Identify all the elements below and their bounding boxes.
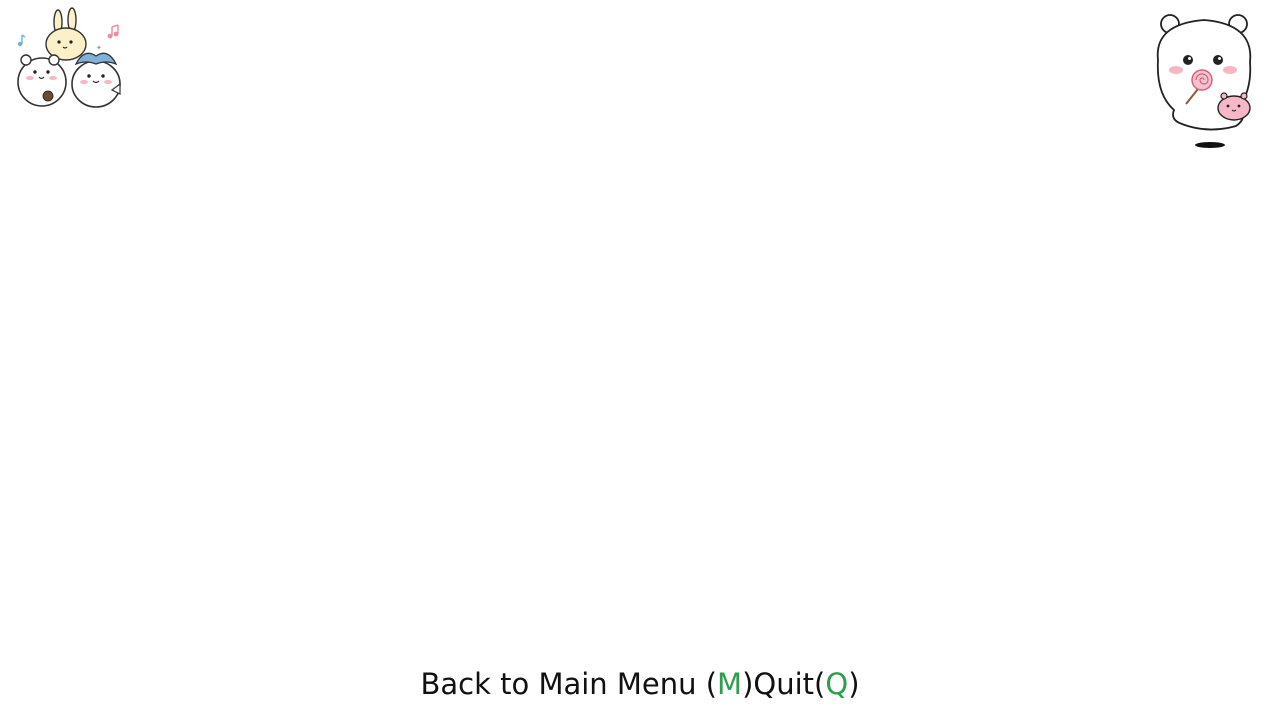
pink-friend-icon [1217,92,1251,121]
back-to-main-menu-option[interactable]: Back to Main Menu (M) [420,667,753,701]
quit-option[interactable]: Quit(Q) [753,667,859,701]
white-bear-lollipop-icon [1156,14,1252,148]
quit-label-suffix: ) [848,667,860,701]
music-note-icon [17,34,26,47]
three-characters-music-icon: ✦ ✦ [17,7,121,108]
back-label: Back to Main Menu ( [420,667,718,701]
music-note-icon [107,24,119,39]
svg-text:✦: ✦ [96,44,102,52]
quit-key-hint: Q [825,667,849,701]
back-label-suffix: ) [742,667,754,701]
blue-bow-character [71,52,121,108]
white-character [17,54,67,107]
rabbit-character [45,7,87,61]
footer-controls: Back to Main Menu (M)Quit(Q) [0,664,1280,704]
back-key-hint: M [717,667,743,701]
game-over-screen: ✦ ✦ [0,0,1280,720]
quit-label: Quit( [753,667,826,701]
